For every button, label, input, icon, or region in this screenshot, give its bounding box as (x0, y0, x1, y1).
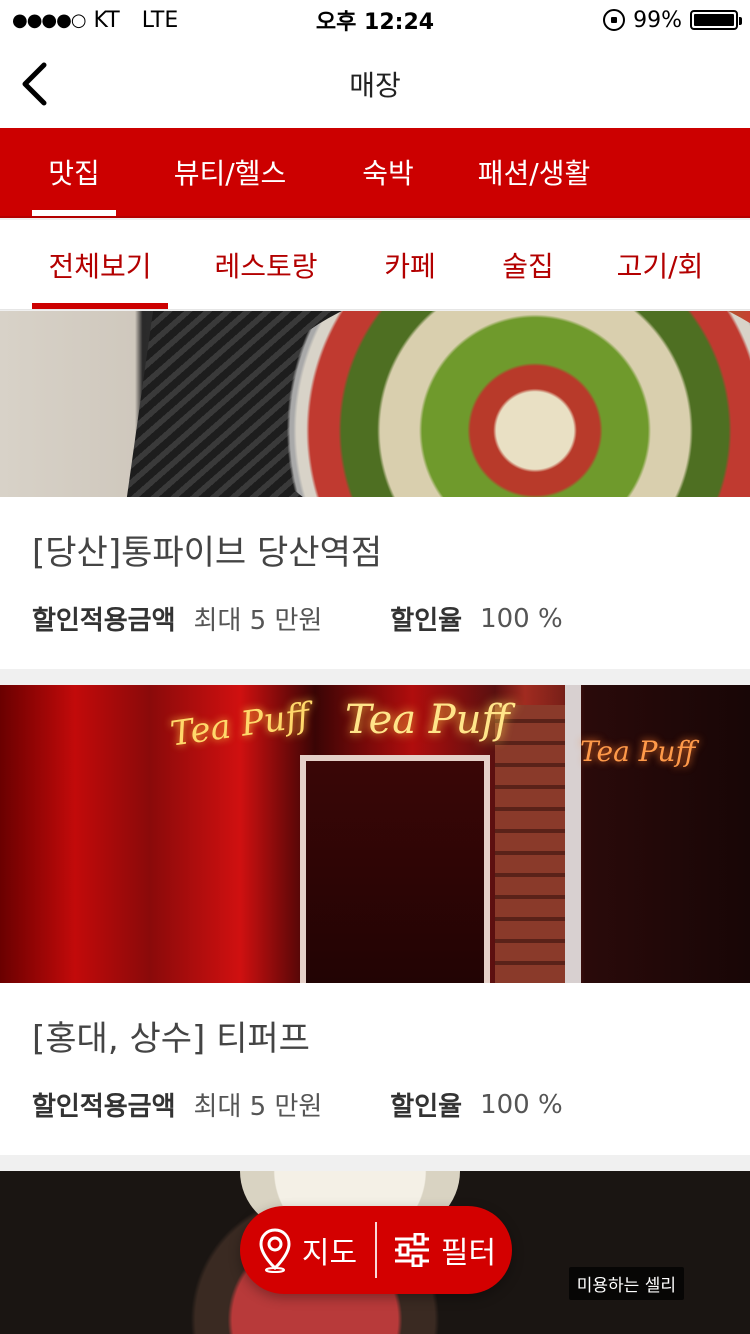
store-card[interactable]: Tea Puff Tea Puff Tea Puff [홍대, 상수] 티퍼프 … (0, 685, 750, 1155)
secondary-category-tabs: 전체보기 레스토랑 카페 술집 고기/회 (0, 220, 750, 310)
discount-amount-label: 할인적용금액 (32, 606, 176, 636)
header: 매장 (0, 40, 750, 128)
sliders-icon (394, 1233, 429, 1267)
signal-strength-icon: ●●●●○ (12, 9, 87, 31)
discount-rate-label: 할인율 (390, 1092, 463, 1122)
filter-button-label: 필터 (440, 1236, 497, 1271)
page-title: 매장 (349, 69, 401, 102)
floating-action-bar: 지도 필터 (240, 1206, 512, 1294)
store-card[interactable]: [당산]통파이브 당산역점 할인적용금액 최대 5 만원 할인율 100 % (0, 311, 750, 669)
tab-fashion-life[interactable]: 패션/생활 (476, 128, 592, 216)
status-time: 오후 12:24 (315, 10, 435, 35)
store-info: [홍대, 상수] 티퍼프 할인적용금액 최대 5 만원 할인율 100 % (0, 983, 750, 1155)
tab-beauty-health[interactable]: 뷰티/헬스 (166, 128, 294, 216)
store-meta: 할인적용금액 최대 5 만원 할인율 100 % (32, 1086, 718, 1123)
network-label: LTE (141, 7, 179, 33)
battery-percent: 99% (633, 7, 682, 33)
neon-sign-logo-left: Tea Puff (167, 695, 313, 755)
salad-bowl-shape (255, 311, 750, 497)
tab-restaurants[interactable]: 맛집 (32, 128, 116, 216)
discount-amount-value: 최대 5 만원 (193, 1092, 323, 1122)
battery-icon (690, 10, 742, 30)
store-list: [당산]통파이브 당산역점 할인적용금액 최대 5 만원 할인율 100 % T… (0, 311, 750, 1334)
discount-rate-label: 할인율 (390, 606, 463, 636)
discount-rate-group: 할인율 100 % (390, 1086, 562, 1123)
discount-amount-value: 최대 5 만원 (193, 606, 323, 636)
tab-lodging[interactable]: 숙박 (360, 128, 416, 216)
tab-all[interactable]: 전체보기 (32, 220, 168, 309)
map-button[interactable]: 지도 (240, 1206, 375, 1294)
back-button[interactable] (14, 58, 54, 110)
tab-meat-sashimi[interactable]: 고기/회 (614, 220, 706, 309)
photo-watermark: 미용하는 셀리 (568, 1267, 684, 1300)
store-photo-storefront: Tea Puff Tea Puff Tea Puff (0, 685, 750, 983)
map-pin-icon (259, 1228, 291, 1273)
carrier-label: KT (93, 7, 120, 33)
brick-wall-shape (495, 705, 565, 983)
filter-button[interactable]: 필터 (377, 1206, 512, 1294)
chevron-left-icon (22, 62, 47, 106)
store-info: [당산]통파이브 당산역점 할인적용금액 최대 5 만원 할인율 100 % (0, 497, 750, 669)
pillar-shape (565, 685, 581, 983)
doorway-shape (300, 755, 490, 983)
discount-rate-value: 100 % (480, 603, 563, 634)
store-photo-salad (0, 311, 750, 497)
status-right: 99% (488, 7, 742, 33)
discount-rate-group: 할인율 100 % (390, 600, 562, 637)
status-left: ●●●●○ KT LTE (12, 8, 262, 33)
discount-amount-label: 할인적용금액 (32, 1092, 176, 1122)
neon-sign-logo-right: Tea Puff (580, 735, 696, 768)
store-name: [홍대, 상수] 티퍼프 (32, 1019, 310, 1059)
tab-restaurant[interactable]: 레스토랑 (212, 220, 320, 309)
store-meta: 할인적용금액 최대 5 만원 할인율 100 % (32, 600, 718, 637)
map-button-label: 지도 (301, 1236, 358, 1271)
battery-fill (694, 14, 734, 26)
neon-sign-logo: Tea Puff (345, 697, 510, 743)
tab-cafe[interactable]: 카페 (382, 220, 438, 309)
discount-rate-value: 100 % (480, 1089, 563, 1120)
store-name: [당산]통파이브 당산역점 (32, 533, 383, 573)
tab-bar[interactable]: 술집 (500, 220, 556, 309)
rotation-lock-icon (603, 9, 626, 31)
status-bar: ●●●●○ KT LTE 오후 12:24 99% (0, 0, 750, 40)
primary-category-tabs: 맛집 뷰티/헬스 숙박 패션/생활 (0, 128, 750, 218)
